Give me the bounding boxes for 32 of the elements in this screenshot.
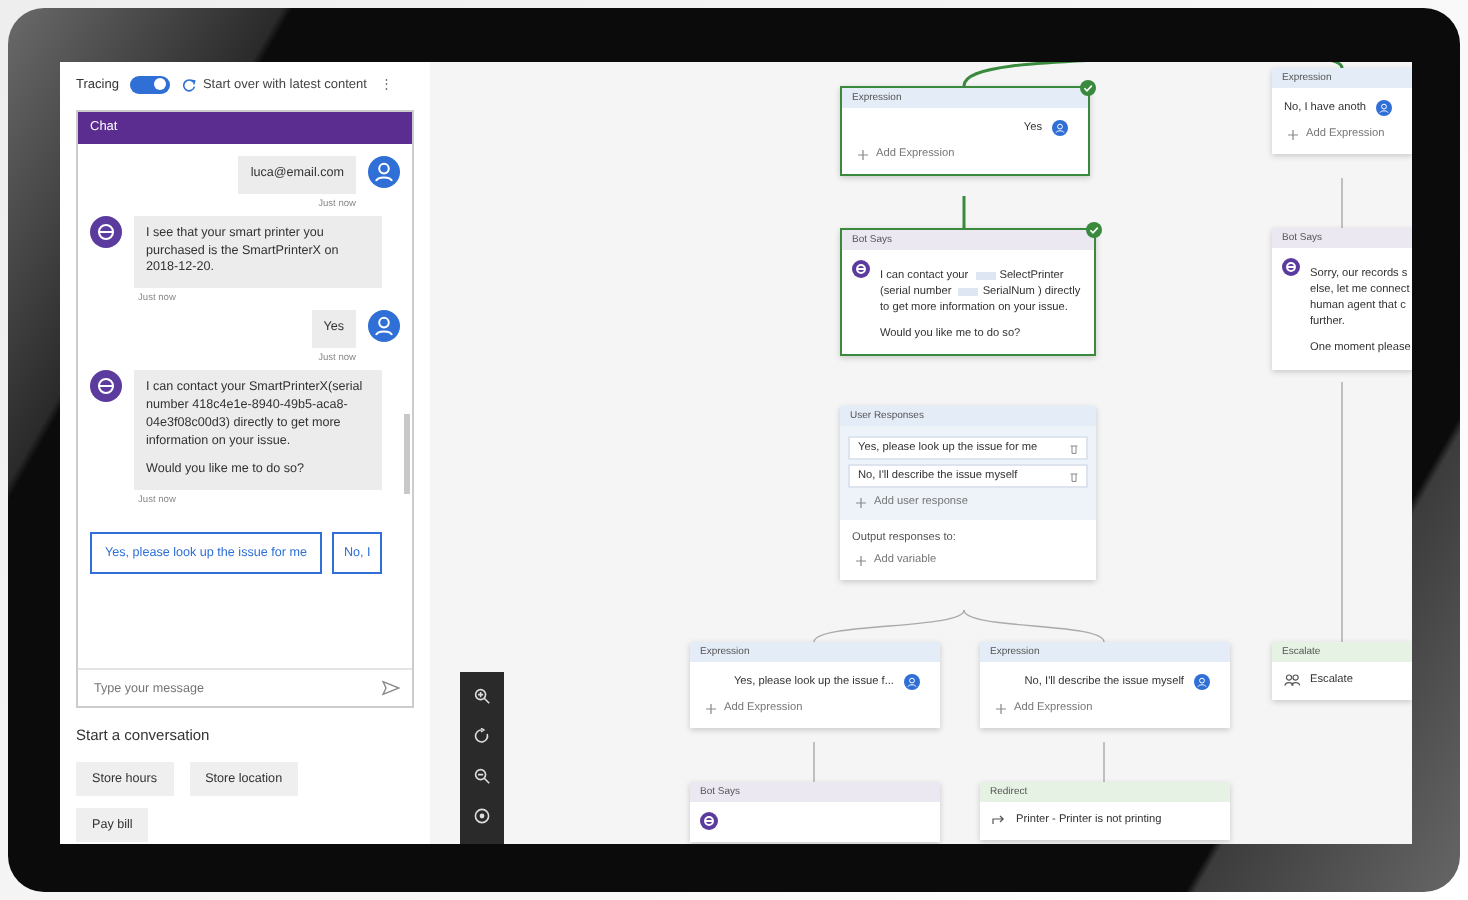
bot-avatar-icon [90, 215, 122, 248]
fit-view-icon[interactable] [474, 808, 490, 824]
user-avatar-icon [1376, 100, 1392, 116]
bot-avatar-icon [852, 260, 870, 278]
send-icon[interactable] [382, 680, 400, 696]
user-avatar-icon [1052, 120, 1068, 136]
plus-icon[interactable] [706, 703, 716, 713]
user-avatar-icon [368, 310, 400, 343]
plus-icon[interactable] [996, 703, 1006, 713]
trash-icon[interactable] [1070, 471, 1078, 481]
connector-line [813, 741, 815, 783]
reset-icon[interactable] [474, 728, 490, 744]
user-avatar-icon [368, 156, 400, 188]
zoom-out-icon[interactable] [474, 768, 490, 784]
bot-avatar-icon [700, 812, 718, 830]
connector-line [963, 609, 1105, 643]
people-icon [1284, 674, 1300, 686]
zoom-in-icon[interactable] [474, 688, 490, 704]
refresh-icon[interactable] [182, 77, 197, 91]
trash-icon[interactable] [1070, 443, 1078, 453]
bot-avatar-icon [1282, 258, 1300, 276]
user-avatar-icon [904, 674, 920, 690]
user-avatar-icon [1194, 674, 1210, 690]
plus-icon[interactable] [1288, 129, 1298, 139]
bot-avatar-icon [90, 370, 122, 403]
plus-icon[interactable] [856, 555, 866, 565]
plus-icon[interactable] [856, 497, 866, 507]
redirect-icon [992, 814, 1006, 826]
tracing-toggle[interactable] [130, 75, 171, 93]
plus-icon[interactable] [858, 149, 868, 159]
connector-line [1103, 741, 1105, 783]
connector-line [1341, 177, 1343, 229]
